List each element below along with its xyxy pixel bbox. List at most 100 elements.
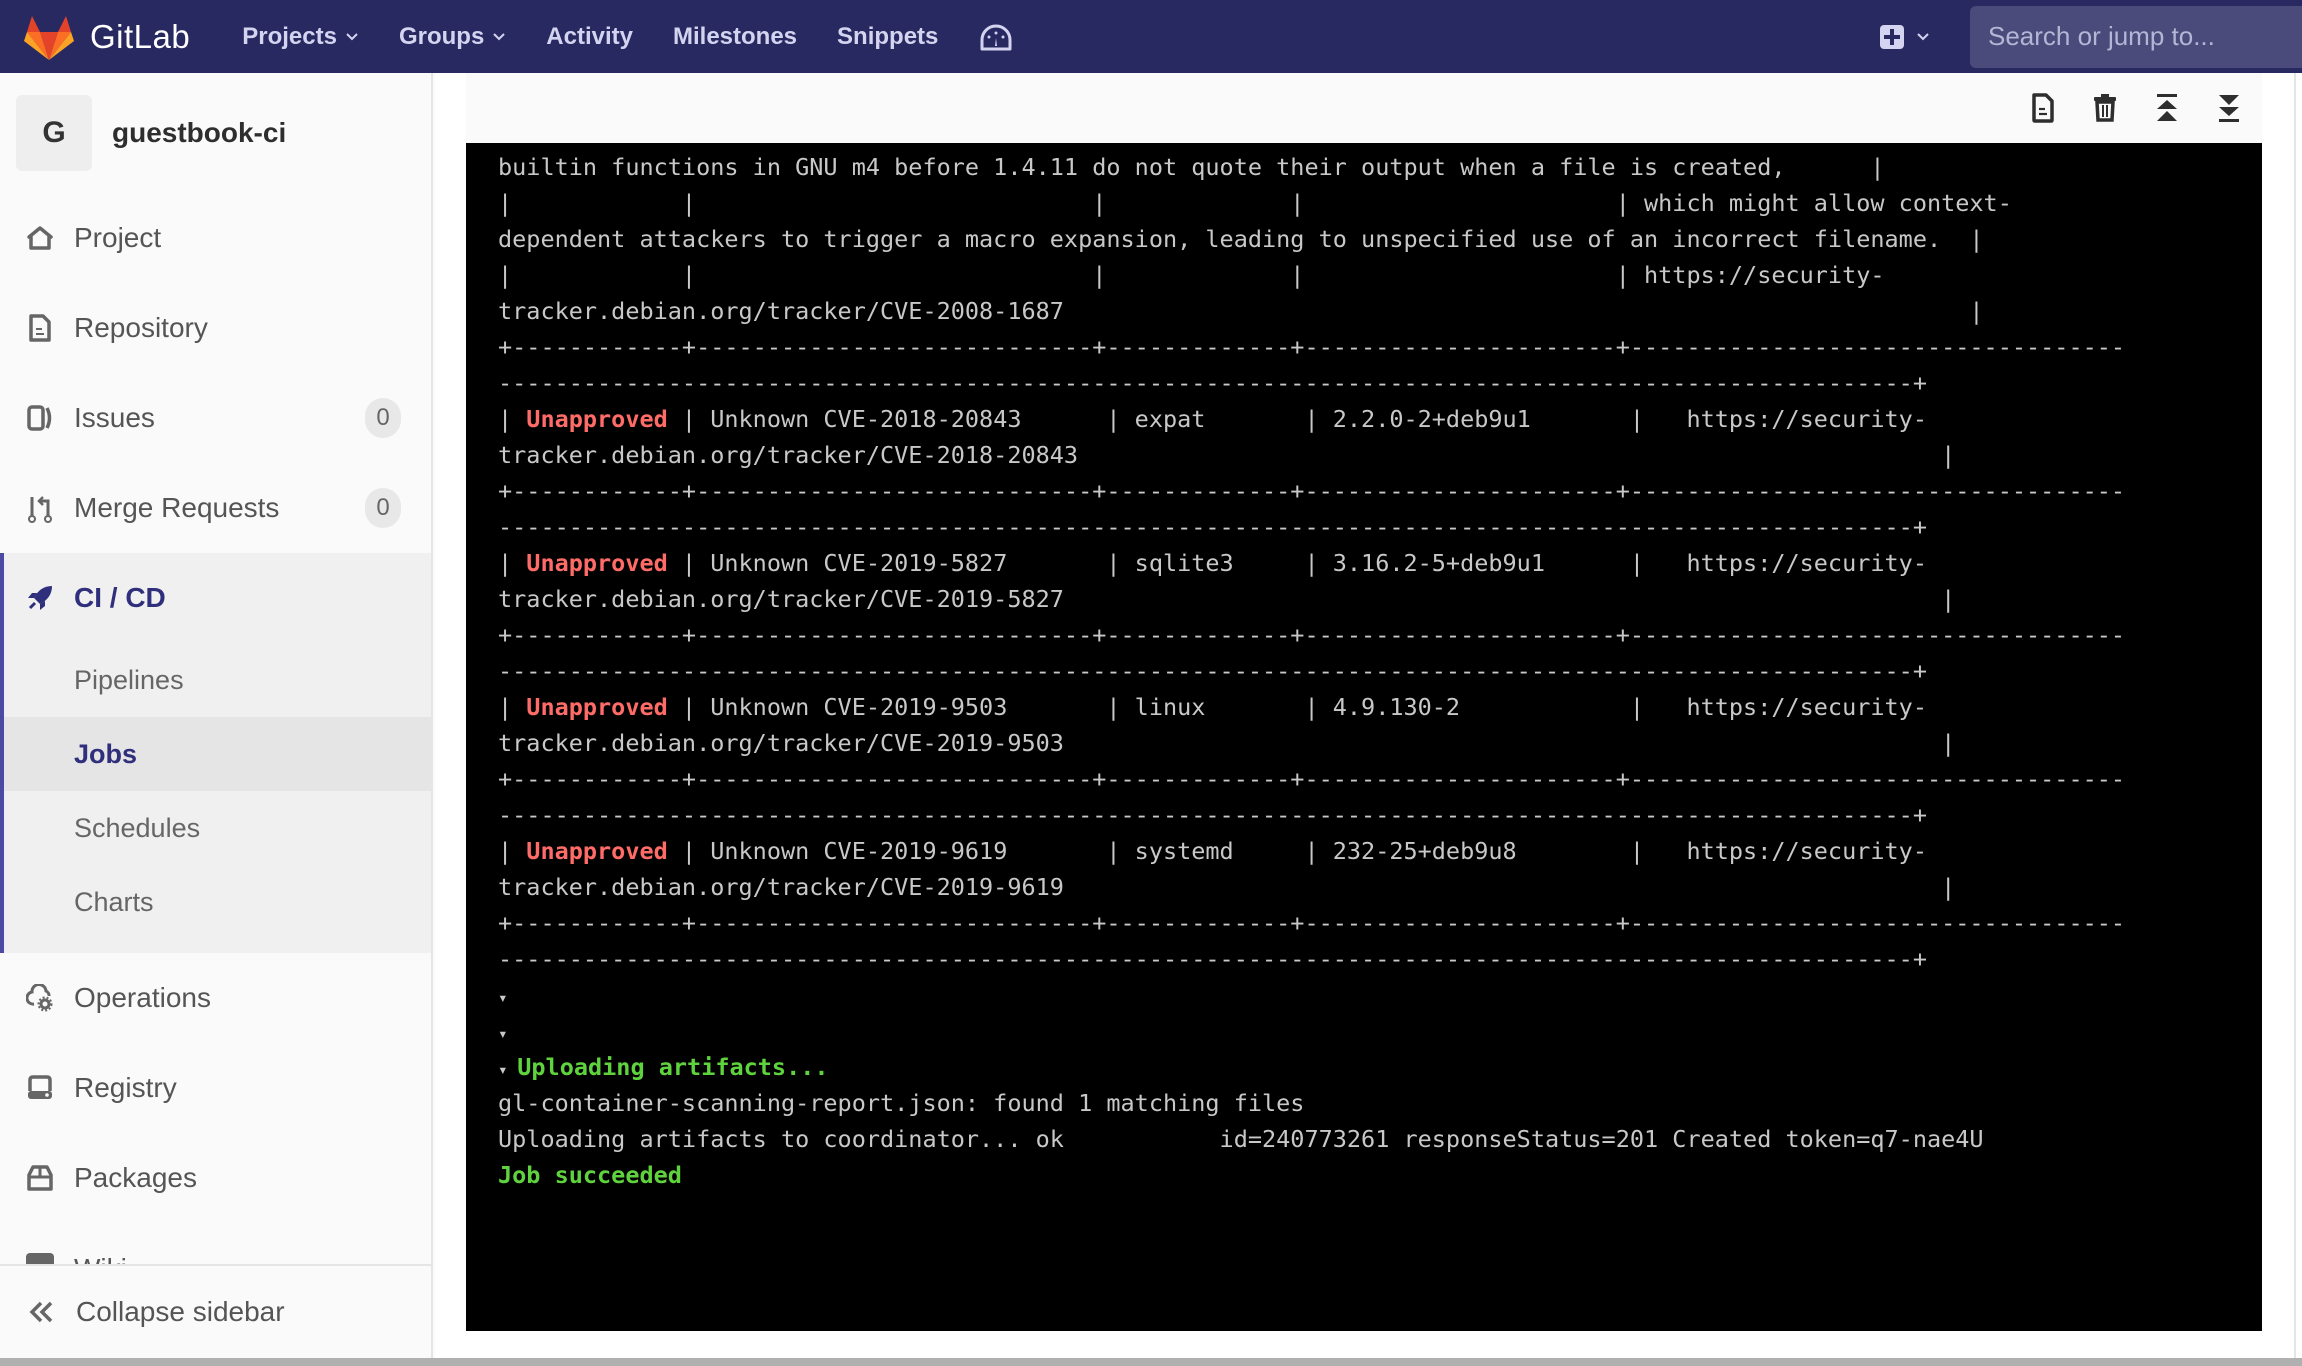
- log-line: builtin functions in GNU m4 before 1.4.1…: [498, 149, 2262, 185]
- log-line: | | | | | https://security-: [498, 257, 2262, 293]
- chevron-down-icon: [346, 32, 358, 40]
- log-text: |: [498, 693, 527, 721]
- log-line: tracker.debian.org/tracker/CVE-2019-9619…: [498, 869, 2262, 905]
- log-text: ----------------------------------------…: [498, 657, 1927, 685]
- log-line: dependent attackers to trigger a macro e…: [498, 221, 2262, 257]
- sidebar-item-label: Merge Requests: [74, 492, 280, 523]
- nav-groups[interactable]: Groups: [399, 23, 506, 51]
- show-raw-button[interactable]: [2028, 93, 2058, 123]
- sidebar-subitem-pipelines[interactable]: Pipelines: [4, 643, 431, 717]
- log-text: ----------------------------------------…: [498, 513, 1927, 541]
- gitlab-logo[interactable]: GitLab: [24, 0, 190, 73]
- sidebar-subitem-jobs[interactable]: Jobs: [4, 717, 431, 791]
- log-line: | Unapproved | Unknown CVE-2019-5827 | s…: [498, 545, 2262, 581]
- sidebar-item-packages[interactable]: Packages: [0, 1133, 431, 1223]
- section-toggle-icon[interactable]: ▾: [498, 988, 508, 1007]
- log-success-text: Job succeeded: [498, 1161, 682, 1189]
- collapse-sidebar-button[interactable]: Collapse sidebar: [0, 1264, 431, 1358]
- project-sidebar: G guestbook-ci Project Repository Issues…: [0, 73, 433, 1358]
- registry-icon: [26, 1074, 54, 1102]
- sidebar-item-repository[interactable]: Repository: [0, 283, 431, 373]
- sidebar-item-project[interactable]: Project: [0, 193, 431, 283]
- search-input[interactable]: [1970, 5, 2302, 68]
- log-text: Uploading artifacts to coordinator... ok…: [498, 1125, 1984, 1153]
- home-icon: [26, 224, 54, 252]
- log-text: +------------+--------------------------…: [498, 765, 2126, 793]
- log-line: ----------------------------------------…: [498, 509, 2262, 545]
- nav-label: Milestones: [673, 22, 798, 50]
- scroll-top-icon: [2157, 94, 2177, 121]
- log-line: +------------+--------------------------…: [498, 329, 2262, 365]
- log-text: | Unknown CVE-2019-9503 | linux | 4.9.13…: [667, 693, 1927, 721]
- section-toggle-icon[interactable]: ▾: [498, 1024, 508, 1043]
- job-log-toolbar: [466, 73, 2262, 143]
- status-unapproved: Unapproved: [526, 549, 668, 577]
- project-avatar: G: [16, 95, 92, 171]
- raw-log-icon: [2032, 93, 2054, 123]
- log-text: +------------+--------------------------…: [498, 909, 2126, 937]
- log-line: ----------------------------------------…: [498, 797, 2262, 833]
- nav-milestones[interactable]: Milestones: [673, 23, 797, 51]
- log-line: Job succeeded: [498, 1157, 2262, 1193]
- log-text: tracker.debian.org/tracker/CVE-2019-9619…: [498, 873, 1956, 901]
- section-toggle-icon[interactable]: ▾: [498, 1060, 517, 1079]
- scroll-to-bottom-button[interactable]: [2214, 93, 2244, 123]
- log-text: |: [498, 405, 527, 433]
- nav-label: Projects: [242, 22, 337, 50]
- log-line: | Unapproved | Unknown CVE-2019-9619 | s…: [498, 833, 2262, 869]
- dashboard-gauge-icon[interactable]: [978, 22, 1014, 52]
- log-line: tracker.debian.org/tracker/CVE-2018-2084…: [498, 437, 2262, 473]
- plus-square-icon: [1880, 24, 1904, 49]
- sidebar-item-label: Operations: [74, 982, 211, 1013]
- nav-activity[interactable]: Activity: [546, 23, 633, 51]
- trash-icon: [2094, 94, 2116, 122]
- sidebar-subitem-schedules[interactable]: Schedules: [4, 791, 431, 865]
- main-nav: Projects Groups Activity Milestones Snip…: [242, 22, 1014, 52]
- cloud-gear-icon: [26, 984, 54, 1012]
- chevron-down-icon: [493, 32, 506, 40]
- package-icon: [26, 1164, 54, 1192]
- log-line: tracker.debian.org/tracker/CVE-2008-1687…: [498, 293, 2262, 329]
- gitlab-tanuki-icon: [24, 15, 74, 60]
- log-line: ▾: [498, 977, 2262, 1013]
- merge-request-icon: [26, 494, 54, 523]
- sidebar-item-issues[interactable]: Issues 0: [0, 373, 431, 463]
- log-line: +------------+--------------------------…: [498, 905, 2262, 941]
- nav-label: Groups: [398, 22, 485, 50]
- job-log-terminal[interactable]: builtin functions in GNU m4 before 1.4.1…: [466, 143, 2262, 1331]
- sidebar-subitem-charts[interactable]: Charts: [4, 865, 431, 939]
- sidebar-item-registry[interactable]: Registry: [0, 1043, 431, 1133]
- issues-icon: [26, 404, 54, 432]
- log-text: | | | | | which might allow context-: [498, 189, 2012, 217]
- log-line: +------------+--------------------------…: [498, 473, 2262, 509]
- log-line: ----------------------------------------…: [498, 941, 2262, 977]
- sidebar-item-ci-cd[interactable]: CI / CD: [4, 553, 431, 643]
- sidebar-item-label: Packages: [74, 1162, 197, 1193]
- sidebar-item-operations[interactable]: Operations: [0, 953, 431, 1043]
- collapse-sidebar-label: Collapse sidebar: [76, 1296, 285, 1327]
- log-text: tracker.debian.org/tracker/CVE-2019-9503…: [498, 729, 1956, 757]
- log-line: | Unapproved | Unknown CVE-2019-9503 | l…: [498, 689, 2262, 725]
- nav-projects[interactable]: Projects: [242, 23, 359, 51]
- top-navbar: GitLab Projects Groups Activity Mileston…: [0, 0, 2302, 73]
- window-bottom-edge: [0, 1358, 2302, 1366]
- chevron-down-icon: [1917, 32, 1929, 40]
- sidebar-item-label: Repository: [74, 312, 208, 343]
- log-text: tracker.debian.org/tracker/CVE-2018-2084…: [498, 441, 1956, 469]
- log-text: | | | | | https://security-: [498, 261, 1885, 289]
- log-line: ----------------------------------------…: [498, 653, 2262, 689]
- sidebar-item-merge-requests[interactable]: Merge Requests 0: [0, 463, 431, 553]
- sidebar-item-label: Project: [74, 222, 162, 253]
- log-line: | Unapproved | Unknown CVE-2018-20843 | …: [498, 401, 2262, 437]
- project-name: guestbook-ci: [112, 117, 287, 148]
- status-unapproved: Unapproved: [526, 837, 668, 865]
- merge-requests-count-badge: 0: [365, 488, 401, 528]
- log-line: ----------------------------------------…: [498, 365, 2262, 401]
- nav-snippets[interactable]: Snippets: [837, 23, 938, 51]
- project-header[interactable]: G guestbook-ci: [0, 73, 431, 193]
- sidebar-item-label: Registry: [74, 1072, 177, 1103]
- scroll-to-top-button[interactable]: [2152, 93, 2182, 123]
- new-dropdown-button[interactable]: [1880, 24, 1930, 49]
- erase-log-button[interactable]: [2090, 93, 2120, 123]
- log-text: |: [498, 837, 527, 865]
